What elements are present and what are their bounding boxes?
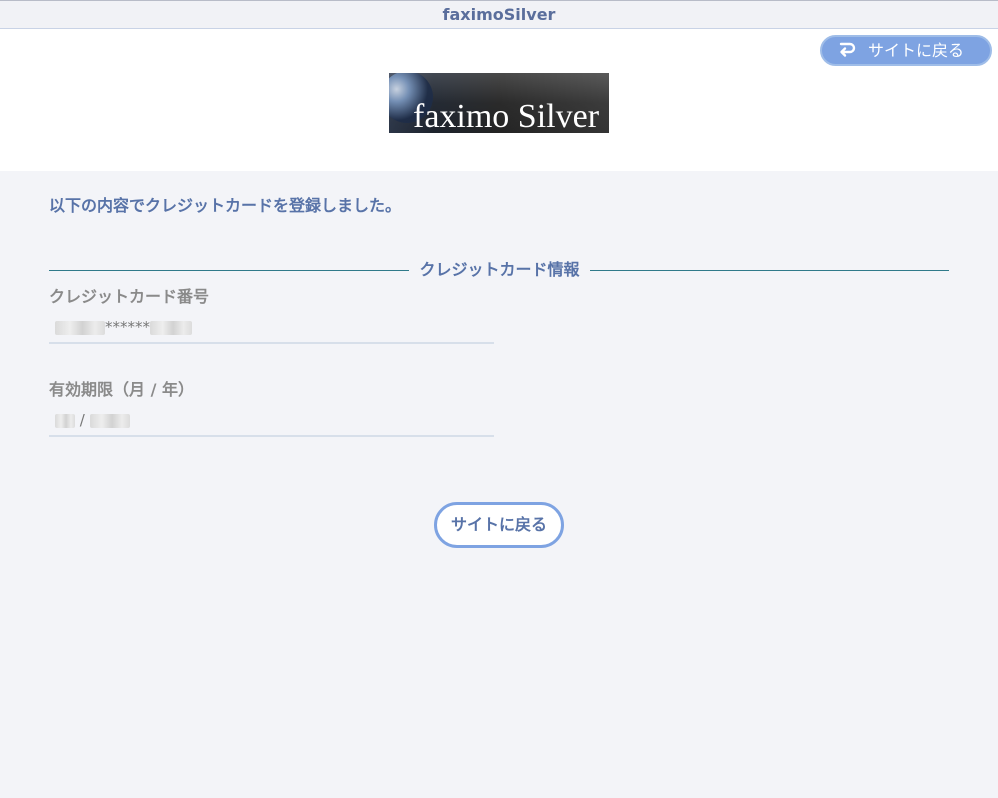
card-number-prefix-redacted — [55, 320, 105, 335]
section-header-credit-card-info: クレジットカード情報 — [49, 259, 949, 283]
expiry-label: 有効期限（月 / 年） — [49, 380, 194, 399]
section-divider-left — [49, 270, 409, 271]
card-number-value: ****** — [49, 316, 494, 342]
back-to-site-label: サイトに戻る — [868, 41, 965, 60]
card-number-suffix-redacted — [150, 320, 192, 335]
card-number-label: クレジットカード番号 — [49, 287, 210, 306]
card-number-masked: ****** — [105, 318, 150, 336]
expiry-month-redacted — [55, 413, 75, 428]
window-title: faximoSilver — [442, 5, 556, 24]
expiry-year-redacted — [89, 413, 130, 428]
card-number-field: クレジットカード番号 ****** — [49, 286, 494, 344]
back-to-site-button-top[interactable]: サイトに戻る — [820, 35, 992, 66]
faximo-silver-logo: faximo Silver — [381, 71, 609, 135]
return-arrow-icon — [838, 40, 856, 60]
window-titlebar: faximoSilver — [0, 0, 998, 29]
logo-text: faximo Silver — [413, 98, 600, 133]
site-header: サイトに戻る faximo Silver — [0, 29, 998, 171]
section-divider-right — [590, 270, 949, 271]
registration-complete-message: 以下の内容でクレジットカードを登録しました。 — [49, 196, 402, 215]
back-to-site-button-bottom[interactable]: サイトに戻る — [434, 502, 564, 548]
expiry-value: / — [49, 409, 494, 435]
expiry-separator: / — [79, 411, 85, 429]
expiry-field: 有効期限（月 / 年） / — [49, 379, 494, 437]
section-title: クレジットカード情報 — [419, 260, 580, 279]
